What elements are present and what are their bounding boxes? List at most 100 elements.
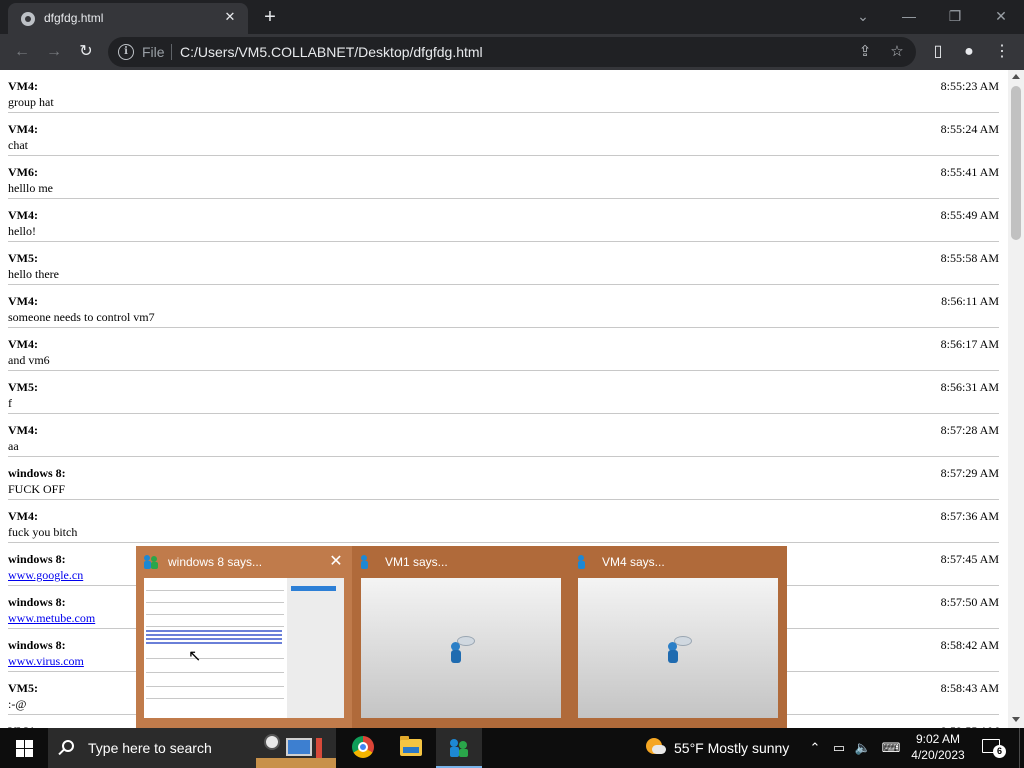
minimize-button[interactable]: — (886, 4, 932, 28)
search-placeholder: Type here to search (88, 740, 212, 756)
new-tab-button[interactable]: + (259, 6, 281, 28)
url-scheme-label: File (142, 44, 165, 60)
close-window-button[interactable]: ✕ (978, 4, 1024, 28)
message-text: FUCK OFF (8, 482, 66, 496)
keyboard-icon[interactable]: ⌨ (880, 739, 902, 757)
windows-logo-icon (16, 740, 24, 748)
url-text[interactable]: C:/Users/VM5.COLLABNET/Desktop/dfgfdg.ht… (180, 44, 483, 60)
thumbnail-title: VM4 says... (602, 555, 665, 569)
show-desktop-button[interactable] (1019, 728, 1024, 768)
browser-tab[interactable]: dfgfdg.html ✕ (8, 3, 248, 34)
message-text: and vm6 (8, 353, 50, 367)
chat-message: VM4: hello! 8:55:49 AM (8, 199, 999, 242)
windows-taskbar: Type here to search 55°F Mostly sunny ⌃ … (0, 728, 1024, 768)
tab-search-chevron-icon[interactable]: ⌄ (840, 4, 886, 28)
tab-close-icon[interactable]: ✕ (222, 9, 238, 25)
clock-date: 4/20/2023 (911, 748, 965, 762)
message-link[interactable]: www.metube.com (8, 611, 95, 626)
taskbar-file-explorer[interactable] (388, 728, 434, 768)
message-timestamp: 8:55:41 AM (940, 165, 999, 179)
messenger-app-icon (450, 739, 468, 757)
message-sender: VM4: (8, 208, 38, 222)
message-text: f (8, 396, 12, 410)
message-sender: VM4: (8, 337, 38, 351)
thumbnail-close-icon[interactable]: ✕ (328, 554, 344, 570)
taskbar-search-box[interactable]: Type here to search (48, 728, 336, 768)
messenger-app-icon (578, 555, 592, 569)
message-text: fuck you bitch (8, 525, 78, 539)
scroll-down-arrow-icon[interactable] (1012, 717, 1020, 722)
taskbar-thumbnail-popup: windows 8 says... ✕ ↖ VM1 says... VM4 sa… (136, 546, 787, 728)
thumbnail-vm1[interactable]: VM1 says... (353, 546, 569, 728)
message-text: chat (8, 138, 28, 152)
taskbar-chrome[interactable] (340, 728, 386, 768)
chat-message: windows 8: FUCK OFF 8:57:29 AM (8, 457, 999, 500)
thumbnail-title: windows 8 says... (168, 555, 263, 569)
message-text: helllo me (8, 181, 53, 195)
show-hidden-icons-chevron-icon[interactable]: ⌃ (806, 739, 824, 757)
notification-center-button[interactable]: 6 (982, 738, 1006, 758)
message-timestamp: 8:58:42 AM (940, 638, 999, 652)
message-text: :-@ (8, 697, 27, 711)
message-sender: windows 8: (8, 595, 66, 609)
chat-message: VM4: aa 8:57:28 AM (8, 414, 999, 457)
thumbnail-title: VM1 says... (385, 555, 448, 569)
mouse-cursor-icon: ↖ (188, 648, 202, 665)
share-icon[interactable]: ⇪ (856, 43, 874, 61)
message-sender: VM4: (8, 423, 38, 437)
message-link[interactable]: www.google.cn (8, 568, 83, 583)
message-text: someone needs to control vm7 (8, 310, 155, 324)
address-bar[interactable]: i File C:/Users/VM5.COLLABNET/Desktop/df… (108, 37, 916, 67)
weather-widget[interactable]: 55°F Mostly sunny (640, 728, 800, 768)
taskbar-messenger[interactable] (436, 728, 482, 768)
message-text: aa (8, 439, 19, 453)
scroll-up-arrow-icon[interactable] (1012, 74, 1020, 79)
chat-message: VM5: hello there 8:55:58 AM (8, 242, 999, 285)
chat-message: VM4: someone needs to control vm7 8:56:11 … (8, 285, 999, 328)
message-timestamp: 8:58:43 AM (940, 681, 999, 695)
back-arrow-icon[interactable]: ← (10, 40, 34, 64)
profile-icon[interactable]: ● (957, 40, 981, 64)
page-scrollbar[interactable] (1008, 70, 1024, 728)
forward-arrow-icon[interactable]: → (42, 40, 66, 64)
side-panel-icon[interactable]: ▯ (926, 40, 950, 64)
globe-icon (21, 12, 35, 26)
message-sender: windows 8: (8, 466, 66, 480)
thumbnail-contact-list (287, 578, 344, 718)
message-sender: VM4: (8, 294, 38, 308)
folder-icon (400, 736, 422, 756)
scrollbar-thumb[interactable] (1011, 86, 1021, 240)
message-text: hello there (8, 267, 59, 281)
message-text: hello! (8, 224, 36, 238)
message-timestamp: 8:57:36 AM (940, 509, 999, 523)
tab-title: dfgfdg.html (44, 11, 104, 25)
thumbnail-vm4[interactable]: VM4 says... (570, 546, 786, 728)
messenger-app-icon (144, 555, 158, 569)
message-sender: VM5: (8, 251, 38, 265)
message-timestamp: 8:57:45 AM (940, 552, 999, 566)
thumbnail-preview-chat-window: ↖ (144, 578, 344, 718)
browser-titlebar: dfgfdg.html ✕ + ⌄ — ❐ ✕ (0, 0, 1024, 34)
chat-message: VM4: fuck you bitch 8:57:36 AM (8, 500, 999, 543)
bookmark-star-icon[interactable]: ☆ (888, 43, 906, 61)
info-icon[interactable]: i (118, 44, 134, 60)
restore-button[interactable]: ❐ (932, 4, 978, 28)
network-icon[interactable]: ▭ (830, 739, 848, 757)
message-sender: windows 8: (8, 552, 66, 566)
system-clock[interactable]: 9:02 AM 4/20/2023 (906, 731, 970, 765)
thumbnail-windows8[interactable]: windows 8 says... ✕ ↖ (136, 546, 352, 728)
chat-message: VM4: chat 8:55:24 AM (8, 113, 999, 156)
message-sender: VM6: (8, 165, 38, 179)
start-button[interactable] (0, 728, 48, 768)
thumbnail-preview-blank (361, 578, 561, 718)
reload-icon[interactable]: ↻ (74, 40, 98, 64)
volume-icon[interactable]: 🔈 (854, 739, 872, 757)
message-timestamp: 8:55:58 AM (940, 251, 999, 265)
browser-toolbar: ← → ↻ i File C:/Users/VM5.COLLABNET/Desk… (0, 34, 1024, 70)
message-link[interactable]: www.virus.com (8, 654, 84, 669)
messenger-logo-icon (666, 636, 694, 666)
thumbnail-preview-blank (578, 578, 778, 718)
chat-message: VM4: group hat 8:55:23 AM (8, 70, 999, 113)
menu-dots-icon[interactable]: ⋮ (990, 40, 1014, 64)
search-highlight-illustration (256, 732, 336, 768)
